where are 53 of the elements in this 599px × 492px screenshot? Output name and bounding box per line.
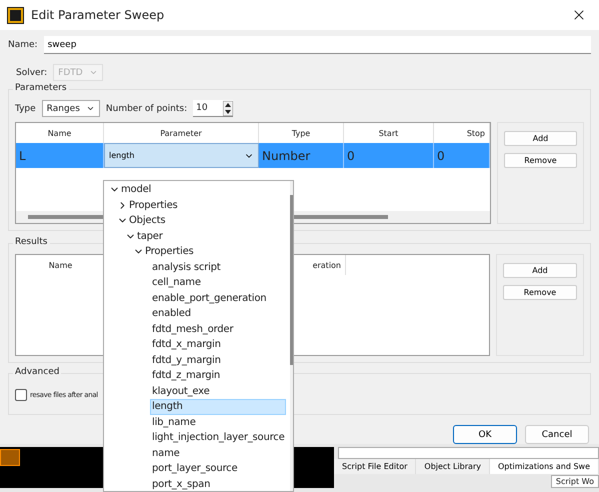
tree-item[interactable]: port_layer_source xyxy=(150,461,286,476)
tree-item[interactable]: fdtd_z_margin xyxy=(150,368,286,384)
group-title: Results xyxy=(13,237,50,248)
tree-item[interactable]: fdtd_x_margin xyxy=(150,337,286,352)
tree-item[interactable]: name xyxy=(150,446,286,461)
tree-item[interactable]: enabled xyxy=(150,306,286,322)
tree-item[interactable]: Objects xyxy=(116,213,286,228)
type-dropdown[interactable]: Ranges xyxy=(42,100,100,117)
tree-item[interactable]: fdtd_mesh_order xyxy=(150,322,286,337)
tree-item[interactable]: taper xyxy=(124,228,286,244)
app-icon xyxy=(8,8,23,22)
name-field[interactable]: sweep xyxy=(44,36,591,54)
dialog-button[interactable]: OK xyxy=(453,425,517,444)
tree-item[interactable]: lib_name xyxy=(150,414,286,430)
tree-item[interactable]: model xyxy=(108,182,286,198)
tree-item[interactable]: klayout_exe xyxy=(150,384,286,399)
chevron-down-icon xyxy=(88,68,98,77)
table-button[interactable]: Remove xyxy=(503,285,577,300)
tree-item[interactable]: analysis script xyxy=(150,260,286,275)
table-cell: 0 xyxy=(437,148,445,162)
tree-item[interactable]: Properties xyxy=(116,198,286,213)
tree-item[interactable]: fdtd_y_margin xyxy=(150,352,286,368)
type-label: Type xyxy=(15,104,36,114)
tree-item[interactable]: length xyxy=(150,399,286,414)
table-cell: 0 xyxy=(347,148,355,162)
dialog-button[interactable]: Cancel xyxy=(525,425,589,444)
scrollbar-thumb[interactable] xyxy=(290,195,293,365)
checkbox[interactable] xyxy=(15,388,27,401)
solver-label: Solver: xyxy=(16,68,48,78)
table-cell: Number xyxy=(262,148,310,162)
group-title: Advanced xyxy=(13,366,62,377)
group-title: Parameters xyxy=(13,83,69,93)
table-button[interactable]: Remove xyxy=(504,153,577,168)
panel-tab[interactable]: Script Wo xyxy=(550,475,599,488)
name-label: Name: xyxy=(8,40,38,50)
points-spinbox[interactable]: 10 xyxy=(193,100,234,117)
chevron-down-icon xyxy=(86,104,95,113)
parameter-row[interactable]: L length Number 0 0 xyxy=(16,143,490,168)
tab[interactable]: Script File Editor xyxy=(334,459,416,474)
timeline-marker xyxy=(0,449,20,466)
tab[interactable]: Object Library xyxy=(416,459,490,474)
table-cell: L xyxy=(19,148,26,162)
tree-item[interactable]: light_injection_layer_source xyxy=(150,430,286,446)
table-button[interactable]: Add xyxy=(504,131,577,146)
window-title: Edit Parameter Sweep xyxy=(31,8,166,22)
tree-item[interactable]: cell_name xyxy=(150,275,286,290)
parameter-dropdown[interactable]: length xyxy=(104,143,259,168)
tab[interactable]: Optimizations and Swe xyxy=(490,459,599,474)
table-button[interactable]: Add xyxy=(503,263,577,278)
tree-item[interactable]: enable_port_generation xyxy=(150,290,286,306)
points-label: Number of points: xyxy=(106,104,188,114)
tree-item[interactable]: port_x_span xyxy=(150,476,286,491)
spin-arrows-icon[interactable] xyxy=(223,100,234,116)
